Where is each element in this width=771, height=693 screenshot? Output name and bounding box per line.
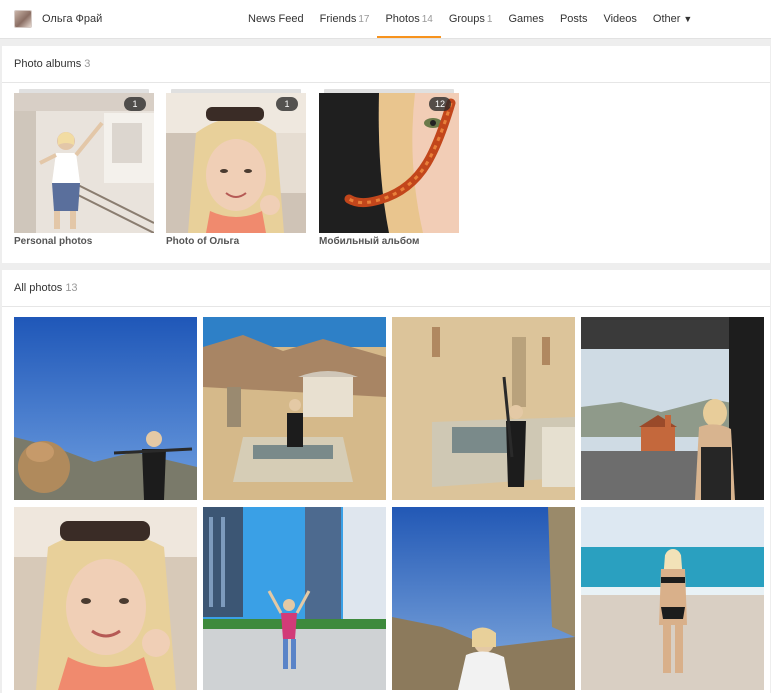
nav-other-dropdown[interactable]: Other ▼ <box>645 0 700 38</box>
nav-friends[interactable]: Friends 17 <box>312 0 378 38</box>
album-card[interactable]: 12 Мобильный альбом <box>319 89 459 247</box>
photo-thumbnail[interactable] <box>581 317 764 500</box>
album-cover-image <box>319 93 459 233</box>
section-title[interactable]: All photos <box>14 282 62 294</box>
section-count: 3 <box>84 58 91 70</box>
section-header: All photos 13 <box>2 270 770 307</box>
photo-image <box>203 317 386 500</box>
album-cover[interactable]: 1 <box>166 93 306 233</box>
nav-label: Groups <box>448 13 485 25</box>
nav-games[interactable]: Games <box>500 0 551 38</box>
section-header: Photo albums 3 <box>2 46 770 83</box>
profile-name[interactable]: Ольга Фрай <box>42 13 102 25</box>
album-title[interactable]: Photo of Ольга <box>166 236 306 247</box>
photo-image <box>14 507 197 690</box>
top-navigation-bar: Ольга Фрай News Feed Friends 17 Photos 14 … <box>0 0 771 39</box>
nav-label: Friends <box>319 13 357 25</box>
nav-count: 1 <box>486 14 493 25</box>
all-photos-panel: All photos 13 <box>2 270 770 693</box>
nav-news-feed[interactable]: News Feed <box>240 0 312 38</box>
photo-thumbnail[interactable] <box>14 317 197 500</box>
album-photo-count: 12 <box>429 97 451 111</box>
nav-photos[interactable]: Photos 14 <box>377 0 441 38</box>
nav-label: Games <box>508 13 544 25</box>
album-card[interactable]: 1 Personal photos <box>14 89 154 247</box>
photo-thumbnail[interactable] <box>203 507 386 690</box>
profile-link[interactable]: Ольга Фрай <box>14 10 102 28</box>
profile-nav: News Feed Friends 17 Photos 14 Groups 1 Gam… <box>240 0 700 38</box>
album-photo-count: 1 <box>124 97 146 111</box>
photo-albums-panel: Photo albums 3 1 Personal photos 1 Photo… <box>2 46 770 263</box>
nav-videos[interactable]: Videos <box>595 0 644 38</box>
chevron-down-icon: ▼ <box>683 14 693 24</box>
nav-label: Posts <box>559 13 588 25</box>
section-title[interactable]: Photo albums <box>14 58 81 70</box>
photo-thumbnail[interactable] <box>392 507 575 690</box>
album-cover-image <box>166 93 306 233</box>
photo-thumbnail[interactable] <box>392 317 575 500</box>
nav-label: Other <box>652 13 681 25</box>
album-cover[interactable]: 12 <box>319 93 459 233</box>
photo-image <box>203 507 386 690</box>
nav-groups[interactable]: Groups 1 <box>441 0 501 38</box>
album-cover[interactable]: 1 <box>14 93 154 233</box>
nav-posts[interactable]: Posts <box>552 0 596 38</box>
photo-image <box>392 507 575 690</box>
nav-label: News Feed <box>248 13 304 25</box>
photo-image <box>581 507 764 690</box>
nav-label: Photos <box>385 13 420 25</box>
nav-label: Videos <box>603 13 637 25</box>
photo-thumbnail[interactable] <box>581 507 764 690</box>
album-title[interactable]: Personal photos <box>14 236 154 247</box>
photo-image <box>581 317 764 500</box>
nav-count: 14 <box>421 14 433 25</box>
album-photo-count: 1 <box>276 97 298 111</box>
section-count: 13 <box>65 282 78 294</box>
album-card[interactable]: 1 Photo of Ольга <box>166 89 306 247</box>
avatar[interactable] <box>14 10 32 28</box>
album-cover-image <box>14 93 154 233</box>
photo-thumbnail[interactable] <box>14 507 197 690</box>
nav-count: 17 <box>358 14 370 25</box>
photo-thumbnail[interactable] <box>203 317 386 500</box>
photo-image <box>392 317 575 500</box>
album-title[interactable]: Мобильный альбом <box>319 236 459 247</box>
photo-image <box>14 317 197 500</box>
